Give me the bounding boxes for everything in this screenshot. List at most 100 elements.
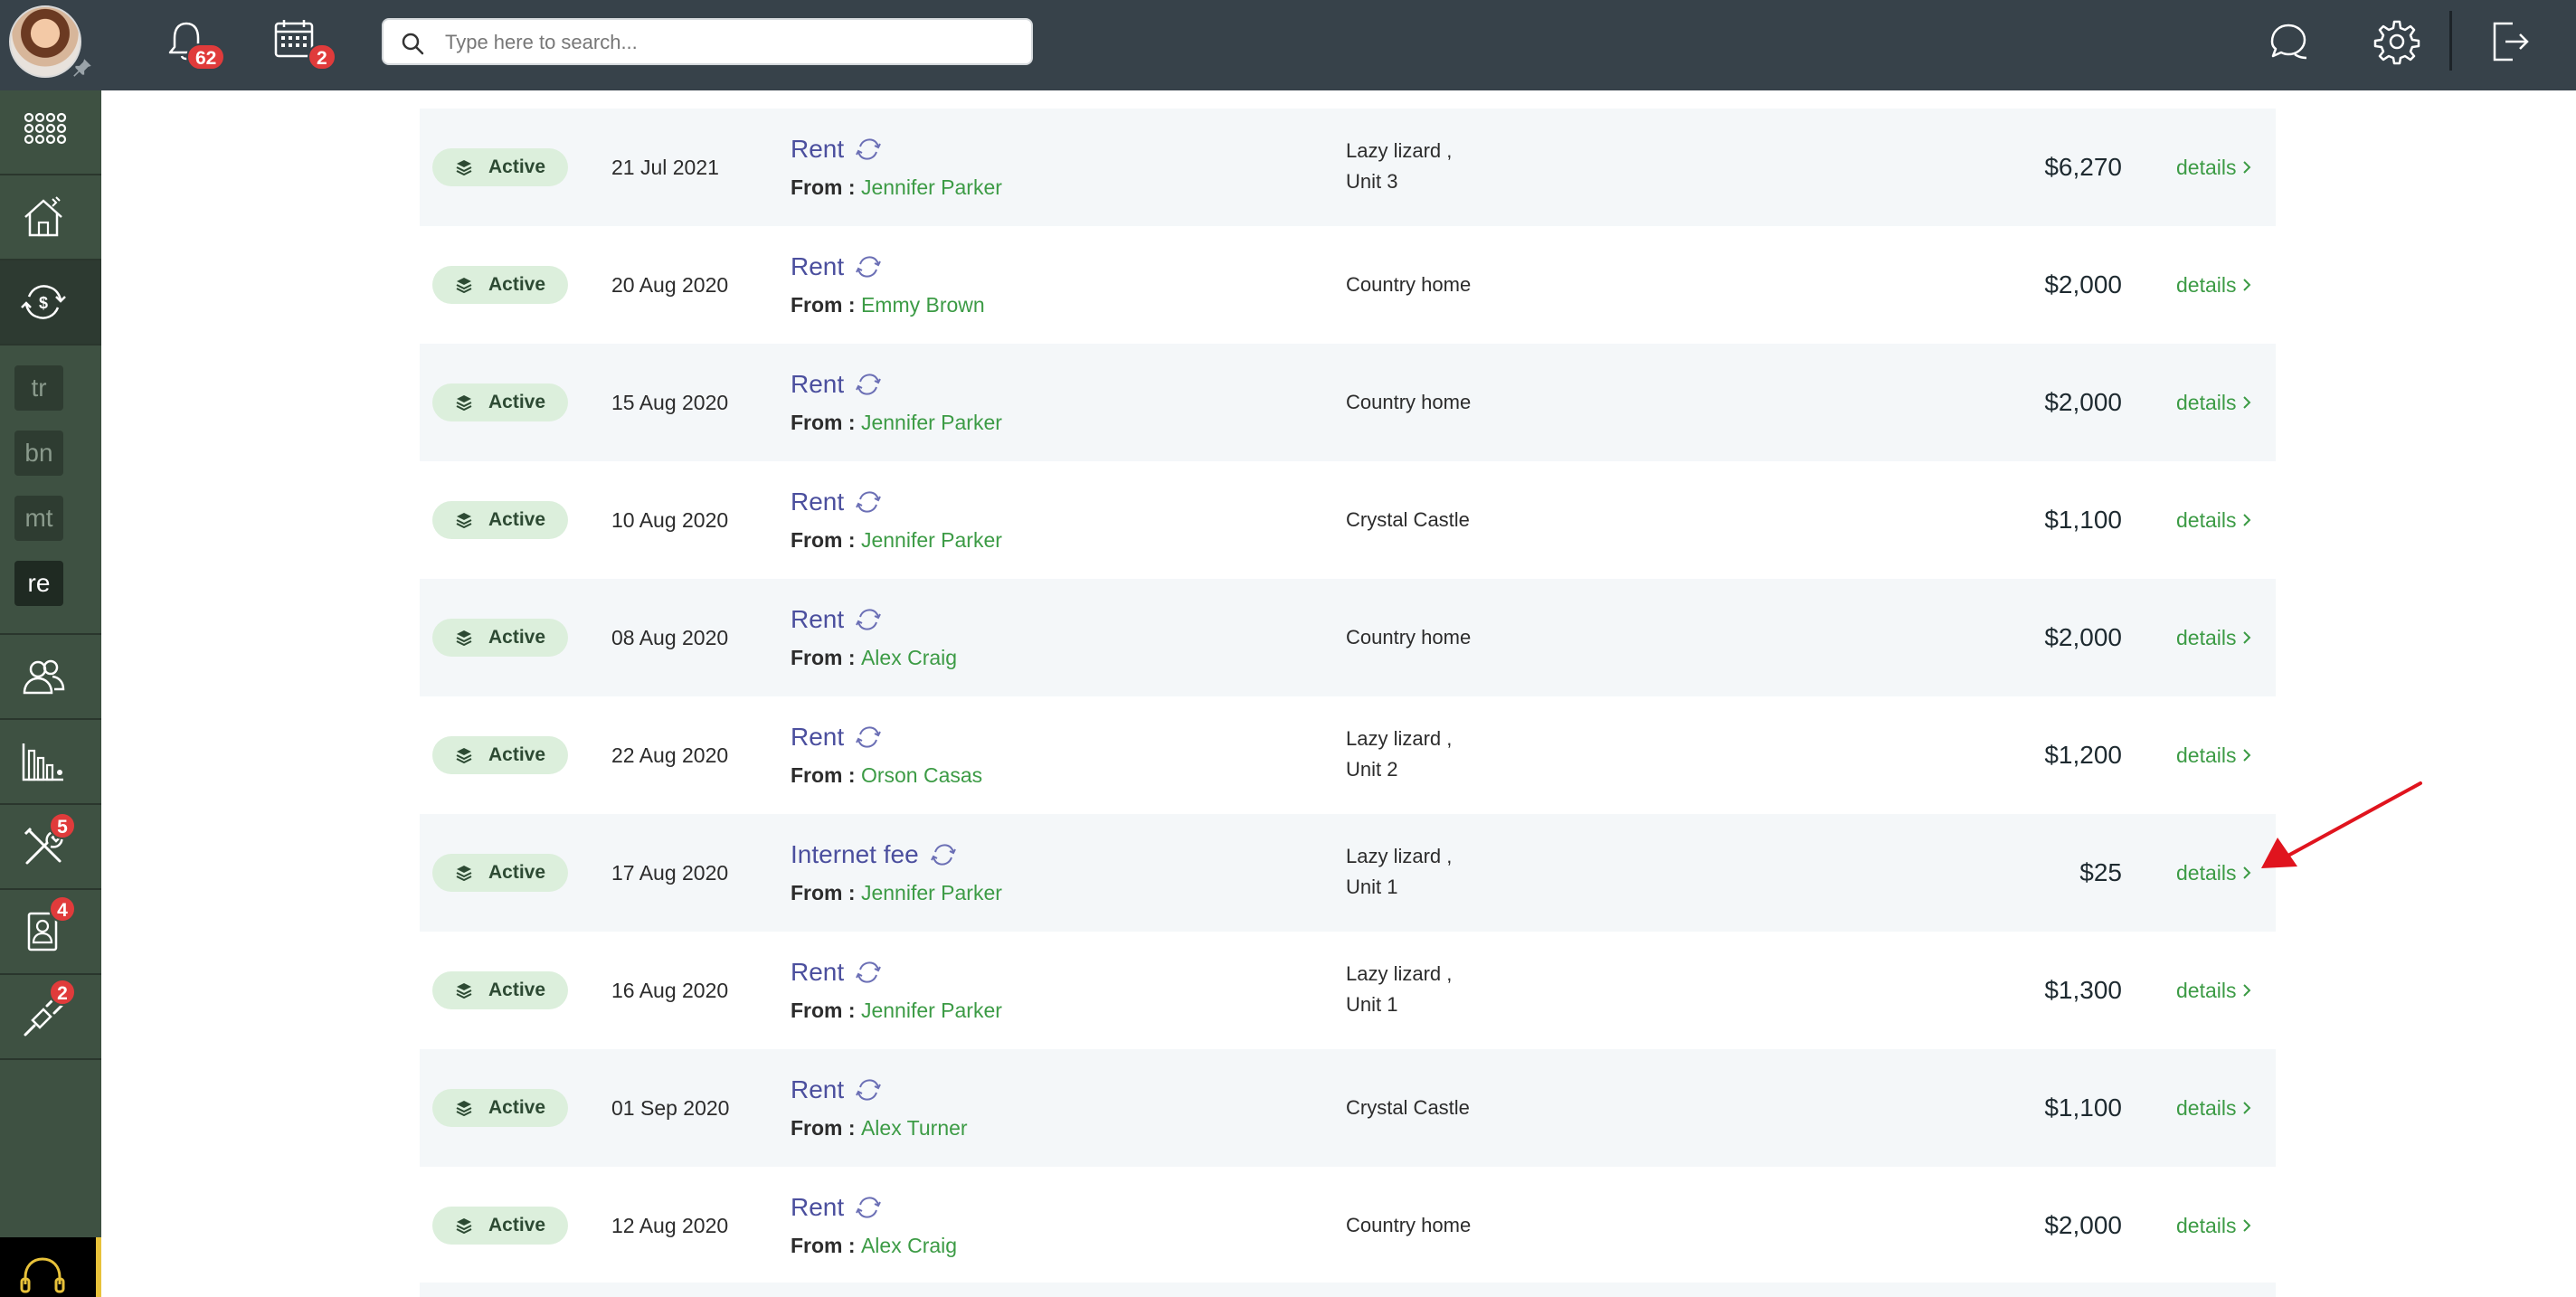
details-label: details [2176,626,2237,649]
row-property: Lazy lizard , Unit 1 [1346,841,1452,903]
row-type-label: Internet fee [791,840,919,868]
sidebar-item-apps[interactable] [0,90,101,174]
sidebar-item-mt[interactable]: mt [14,496,63,541]
search-input[interactable] [445,27,1015,58]
row-type[interactable]: Rent [791,1073,882,1107]
details-link[interactable]: details [2176,109,2252,226]
sidebar: $ tr bn mt re 5 4 2 [0,90,101,1297]
details-link[interactable]: details [2176,344,2252,461]
row-property-name: Lazy lizard , [1346,139,1453,162]
row-type[interactable]: Rent [791,955,882,989]
gear-icon[interactable] [2370,14,2424,69]
row-type[interactable]: Rent [791,367,882,402]
row-from-name[interactable]: Jennifer Parker [861,528,1002,552]
row-date: 17 Aug 2020 [611,861,729,885]
sidebar-item-reports[interactable] [0,720,101,803]
sidebar-item-tr[interactable]: tr [14,365,63,411]
details-link[interactable]: details [2176,461,2252,579]
row-property: Crystal Castle [1346,1093,1470,1123]
sidebar-item-properties[interactable] [0,175,101,259]
details-label: details [2176,743,2237,767]
row-type[interactable]: Rent [791,132,882,166]
notifications-badge: 62 [186,43,226,71]
row-amount: $25 [2079,858,2122,886]
from-label: From : [791,999,856,1022]
chevron-right-icon [2243,749,2251,762]
row-from-name[interactable]: Jennifer Parker [861,175,1002,199]
row-from-name[interactable]: Alex Turner [861,1116,968,1140]
layers-icon [456,748,472,763]
chevron-right-icon [2243,514,2251,527]
row-type-label: Rent [791,488,845,516]
table-row[interactable]: Active 16 Aug 2020 Rent From : Jennifer … [420,932,2276,1049]
row-from-name[interactable]: Orson Casas [861,763,982,787]
table-row[interactable]: Active 12 Aug 2020 Rent From : Alex Crai… [420,1167,2276,1284]
row-from-name[interactable]: Jennifer Parker [861,881,1002,904]
contacts-badge: 4 [49,895,76,923]
details-label: details [2176,1214,2237,1237]
row-property: Lazy lizard , Unit 3 [1346,136,1452,197]
table-row[interactable]: Active 08 Aug 2020 Rent From : Alex Crai… [420,579,2276,696]
transactions-table: Active 21 Jul 2021 Rent From : Jennifer … [420,90,2276,1297]
table-row[interactable]: Active 17 Aug 2020 Internet fee From : J… [420,814,2276,932]
details-link[interactable]: details [2176,932,2252,1049]
table-row[interactable]: Active 20 Aug 2020 Rent From : Emmy Brow… [420,226,2276,344]
sidebar-item-bn[interactable]: bn [14,431,63,476]
details-link[interactable]: details [2176,1167,2252,1284]
row-from-name[interactable]: Jennifer Parker [861,411,1002,434]
row-type[interactable]: Rent [791,720,882,754]
annotation-arrow [2261,781,2422,868]
row-type[interactable]: Internet fee [791,838,957,872]
apps-grid-icon [24,112,67,145]
row-type[interactable]: Rent [791,602,882,637]
row-date: 12 Aug 2020 [611,1214,729,1237]
row-from-name[interactable]: Emmy Brown [861,293,985,317]
details-link[interactable]: details [2176,226,2252,344]
status-badge: Active [432,148,568,186]
search-box[interactable] [382,18,1033,65]
chat-icon[interactable] [2261,14,2316,69]
support-button[interactable] [0,1237,101,1297]
recurring-icon [856,1079,882,1101]
row-from: From : Jennifer Parker [791,409,1002,436]
recurring-icon [856,138,882,160]
top-bar: 62 2 [0,0,2576,90]
people-icon [23,659,65,695]
maintenance-badge: 5 [49,812,76,839]
details-label: details [2176,156,2237,179]
status-label: Active [488,509,546,530]
details-link[interactable]: details [2176,579,2252,696]
row-amount: $1,100 [2044,1093,2122,1122]
row-property: Crystal Castle [1346,505,1470,535]
details-link[interactable]: details [2176,814,2252,932]
table-row[interactable]: Active 22 Aug 2020 Rent From : Orson Cas… [420,696,2276,814]
recurring-icon [930,844,956,866]
logout-icon[interactable] [2482,14,2536,69]
details-link[interactable]: details [2176,696,2252,814]
table-row[interactable]: Active 10 Aug 2020 Rent From : Jennifer … [420,461,2276,579]
layers-icon [456,1218,472,1234]
recurring-icon [856,726,882,748]
row-from-name[interactable]: Alex Craig [861,1234,957,1257]
table-row[interactable]: Active 21 Jul 2021 Rent From : Jennifer … [420,109,2276,226]
table-row[interactable]: Active 01 Sep 2020 Rent From : Alex Turn… [420,1049,2276,1167]
pin-icon[interactable] [71,56,94,80]
row-property: Country home [1346,1210,1471,1241]
row-type[interactable]: Rent [791,485,882,519]
sidebar-item-people[interactable] [0,635,101,718]
layers-icon [456,278,472,293]
sidebar-item-re[interactable]: re [14,561,63,606]
row-type[interactable]: Rent [791,250,882,284]
bar-chart-icon [22,743,63,781]
chevron-right-icon [2243,984,2251,998]
topbar-divider [2449,11,2452,71]
row-property-name: Lazy lizard , [1346,845,1453,867]
row-from-name[interactable]: Jennifer Parker [861,999,1002,1022]
sidebar-item-transactions[interactable]: $ [0,260,101,344]
row-property: Country home [1346,270,1471,300]
details-label: details [2176,1096,2237,1120]
row-type[interactable]: Rent [791,1190,882,1225]
table-row[interactable]: Active 15 Aug 2020 Rent From : Jennifer … [420,344,2276,461]
row-from-name[interactable]: Alex Craig [861,646,957,669]
details-link[interactable]: details [2176,1049,2252,1167]
